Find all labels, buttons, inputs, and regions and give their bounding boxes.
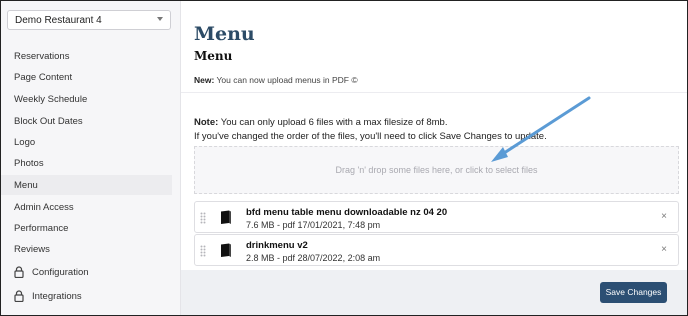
divider (181, 92, 687, 93)
main-content: Menu Menu New: You can now upload menus … (181, 1, 687, 315)
sidebar-item-block-out-dates[interactable]: Block Out Dates (1, 111, 172, 131)
sidebar-item-weekly-schedule[interactable]: Weekly Schedule (1, 89, 172, 109)
app-window: Demo Restaurant 4 Reservations Page Cont… (0, 0, 688, 316)
drag-handle-icon[interactable] (200, 212, 206, 224)
file-meta: 7.6 MB - pdf 17/01/2021, 7:48 pm (246, 220, 381, 230)
sidebar-item-admin-access[interactable]: Admin Access (1, 197, 172, 217)
sidebar-item-label: Logo (14, 137, 36, 148)
note-text: You can only upload 6 files with a max f… (218, 117, 448, 128)
sidebar-item-label: Reviews (14, 244, 50, 255)
note-line2: If you've changed the order of the files… (194, 131, 547, 142)
upload-note: Note: You can only upload 6 files with a… (194, 116, 547, 144)
sidebar-item-configuration[interactable]: Configuration (1, 262, 172, 282)
dropzone-text: Drag 'n' drop some files here, or click … (335, 165, 538, 175)
sidebar-item-label: Integrations (32, 291, 82, 302)
drag-handle-icon[interactable] (200, 245, 206, 257)
sidebar-item-label: Performance (14, 223, 69, 234)
sidebar-item-label: Photos (14, 158, 44, 169)
sidebar-item-reservations[interactable]: Reservations (1, 46, 172, 66)
sidebar-item-label: Admin Access (14, 202, 74, 213)
sidebar-item-reviews[interactable]: Reviews (1, 239, 172, 259)
save-changes-button[interactable]: Save Changes (600, 282, 667, 303)
file-row[interactable]: bfd menu table menu downloadable nz 04 2… (194, 201, 679, 233)
sidebar-item-menu[interactable]: Menu (1, 175, 172, 195)
sidebar-item-label: Configuration (32, 267, 89, 278)
file-dropzone[interactable]: Drag 'n' drop some files here, or click … (194, 146, 679, 194)
restaurant-select[interactable]: Demo Restaurant 4 (7, 10, 171, 30)
sidebar-item-performance[interactable]: Performance (1, 218, 172, 238)
sidebar-item-label: Page Content (14, 72, 73, 83)
book-icon (221, 243, 231, 257)
close-icon[interactable]: × (661, 211, 667, 222)
new-feature-notice: New: You can now upload menus in PDF © (194, 75, 358, 85)
new-text: You can now upload menus in PDF © (214, 75, 358, 85)
close-icon[interactable]: × (661, 244, 667, 255)
lock-icon (14, 266, 24, 278)
sidebar-item-label: Reservations (14, 51, 70, 62)
page-title: Menu (194, 23, 255, 45)
file-name: drinkmenu v2 (246, 240, 308, 251)
file-row[interactable]: drinkmenu v2 2.8 MB - pdf 28/07/2022, 2:… (194, 234, 679, 266)
restaurant-select-value: Demo Restaurant 4 (15, 15, 102, 26)
footer-bar: Save Changes (181, 270, 687, 315)
sidebar-item-label: Menu (14, 180, 38, 191)
sidebar-item-page-content[interactable]: Page Content (1, 67, 172, 87)
sidebar-item-integrations[interactable]: Integrations (1, 286, 172, 306)
sidebar: Demo Restaurant 4 Reservations Page Cont… (1, 1, 181, 315)
sidebar-item-photos[interactable]: Photos (1, 153, 172, 173)
file-meta: 2.8 MB - pdf 28/07/2022, 2:08 am (246, 253, 381, 263)
sidebar-item-label: Weekly Schedule (14, 94, 88, 105)
note-label: Note: (194, 117, 219, 128)
new-label: New: (194, 75, 215, 85)
page-subtitle: Menu (194, 49, 233, 63)
sidebar-item-label: Block Out Dates (14, 116, 83, 127)
sidebar-item-logo[interactable]: Logo (1, 132, 172, 152)
lock-icon (14, 290, 24, 302)
chevron-down-icon (157, 17, 163, 21)
book-icon (221, 210, 231, 224)
file-name: bfd menu table menu downloadable nz 04 2… (246, 207, 448, 218)
